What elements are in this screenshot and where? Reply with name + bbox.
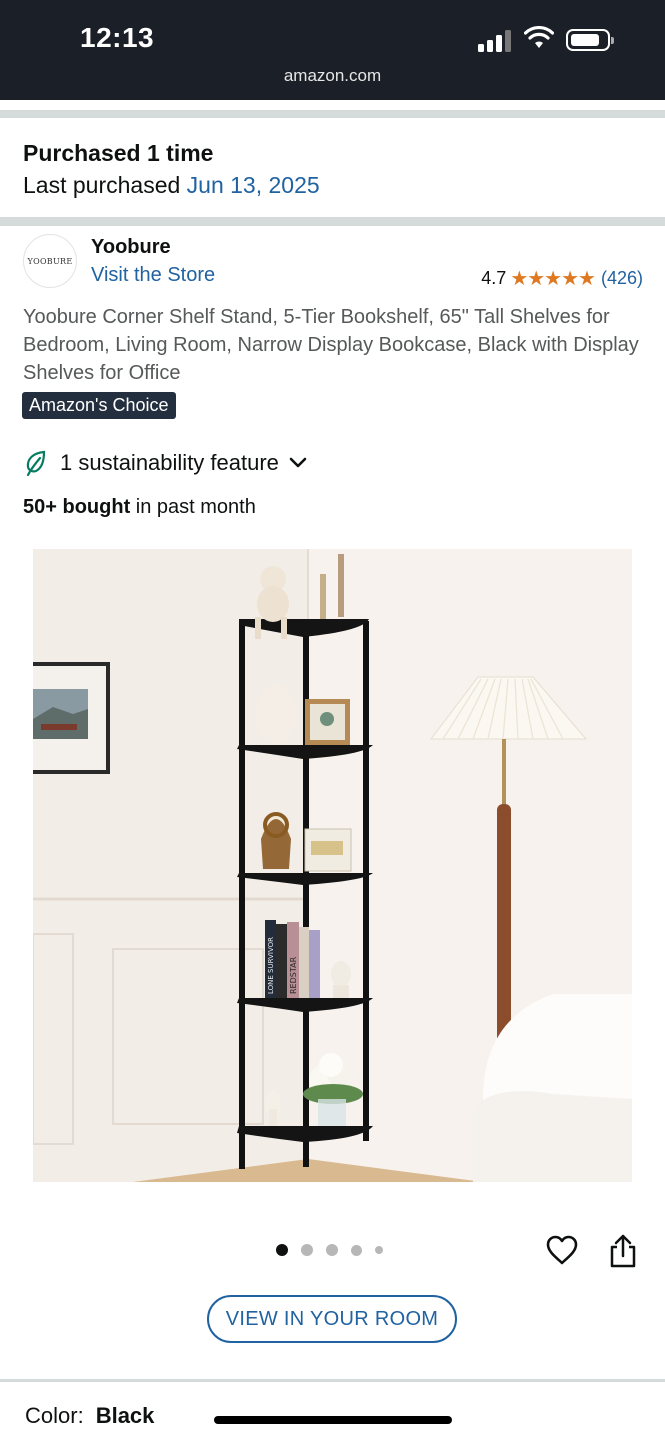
color-label: Color: [25, 1403, 84, 1428]
home-indicator[interactable] [214, 1416, 452, 1424]
purchase-count: Purchased 1 time [23, 140, 214, 166]
heart-icon[interactable] [545, 1234, 579, 1266]
status-bar: 12:13 amazon.com [0, 0, 665, 100]
last-purchased-label: Last purchased [23, 172, 187, 198]
color-value: Black [95, 1403, 155, 1428]
amazons-choice-badge[interactable]: Amazon's Choice [22, 392, 176, 419]
bought-count-bold: 50+ bought [23, 496, 131, 518]
sustainability-label: 1 sustainability feature [60, 450, 279, 475]
pager-dot[interactable] [276, 1244, 288, 1256]
divider [0, 110, 665, 118]
book-title-2: REDSTAR [289, 956, 298, 994]
bought-count-rest: in past month [130, 496, 256, 518]
share-icon[interactable] [608, 1234, 638, 1268]
pager-dot[interactable] [375, 1246, 383, 1254]
product-photo: LONE SURVIVOR REDSTAR [33, 549, 632, 1182]
brand-name: Yoobure [91, 236, 171, 258]
sustainability-toggle[interactable]: 1 sustainability feature [24, 449, 307, 477]
wifi-icon [524, 26, 554, 48]
book-title-1: LONE SURVIVOR [267, 937, 275, 994]
product-image[interactable]: LONE SURVIVOR REDSTAR [33, 549, 632, 1182]
status-time: 12:13 [80, 22, 155, 53]
color-selector[interactable]: Color: Black [25, 1403, 154, 1429]
rating-count-link[interactable]: (426) [601, 268, 643, 289]
pager-dot[interactable] [326, 1244, 338, 1256]
pager-dot[interactable] [301, 1244, 313, 1256]
product-title: Yoobure Corner Shelf Stand, 5-Tier Books… [23, 306, 639, 384]
divider [0, 1379, 665, 1382]
rating-summary[interactable]: 4.7 ★★★★★ (426) [481, 266, 643, 291]
bought-count: 50+ bought in past month [23, 496, 256, 519]
view-in-your-room-button[interactable]: VIEW IN YOUR ROOM [207, 1295, 457, 1343]
chevron-down-icon [289, 457, 307, 468]
visit-store-link[interactable]: Visit the Store [91, 264, 215, 287]
pager-dot[interactable] [351, 1244, 362, 1256]
last-purchased-date-link[interactable]: Jun 13, 2025 [187, 172, 320, 198]
signal-icon [478, 30, 514, 52]
battery-icon [566, 29, 614, 51]
last-purchased: Last purchased Jun 13, 2025 [23, 172, 320, 199]
rating-value: 4.7 [481, 268, 507, 288]
brand-logo[interactable]: YOOBURE [23, 234, 77, 288]
star-rating-icon: ★★★★★ [510, 268, 596, 290]
divider [0, 217, 665, 226]
leaf-icon [26, 450, 46, 477]
url-bar[interactable]: amazon.com [0, 66, 665, 86]
image-pager[interactable] [276, 1244, 396, 1256]
